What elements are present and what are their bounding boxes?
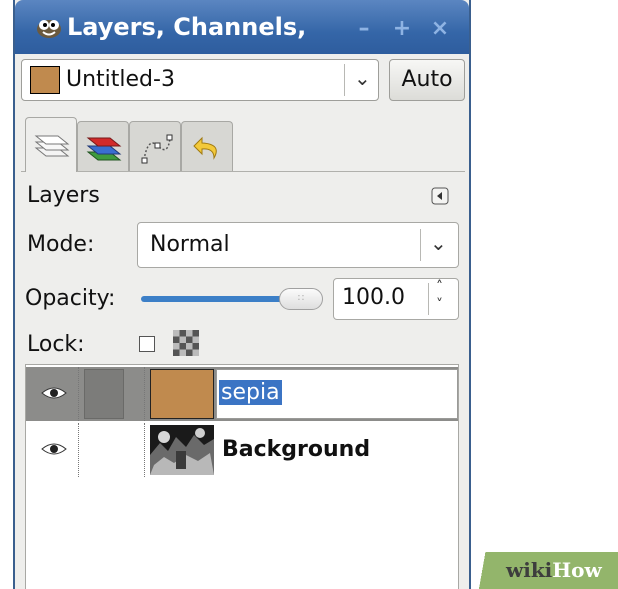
lock-alpha-icon[interactable] (173, 330, 199, 356)
tab-channels[interactable] (77, 121, 129, 171)
layers-dialog-window: Layers, Channels, – + × Untitled-3 ⌄ Aut… (13, 0, 471, 589)
dock-tab-bar (21, 117, 465, 172)
opacity-label: Opacity: (25, 286, 116, 311)
auto-button[interactable]: Auto (389, 59, 465, 101)
undo-icon (193, 136, 217, 160)
mode-select[interactable]: Normal ⌄ (137, 222, 459, 268)
visibility-eye-icon[interactable] (40, 439, 68, 459)
layer-name-selected[interactable]: sepia (219, 380, 282, 405)
visibility-eye-icon[interactable] (40, 383, 68, 403)
chevron-down-icon[interactable]: ⌄ (430, 231, 447, 255)
title-bar[interactable]: Layers, Channels, – + × (15, 0, 469, 54)
window-title: Layers, Channels, (67, 13, 307, 41)
opacity-spin-button[interactable]: 100.0 ˄ ˅ (333, 278, 459, 320)
tab-paths[interactable] (129, 121, 181, 171)
watermark-wiki: wiki (506, 558, 553, 582)
layer-name-editor[interactable]: sepia (216, 369, 458, 419)
image-select[interactable]: Untitled-3 ⌄ (21, 59, 379, 101)
mode-label: Mode: (27, 232, 95, 257)
chevron-down-icon[interactable]: ⌄ (354, 66, 371, 90)
opacity-value[interactable]: 100.0 (342, 285, 405, 310)
opacity-slider-handle[interactable]: ∷ (279, 288, 323, 310)
layer-thumbnail (150, 425, 214, 475)
gimp-app-icon (37, 20, 61, 38)
panel-menu-icon[interactable] (431, 187, 449, 205)
image-name: Untitled-3 (66, 67, 175, 92)
lock-label: Lock: (27, 332, 85, 357)
column-divider (144, 367, 145, 421)
image-selector-row: Untitled-3 ⌄ Auto (21, 59, 465, 103)
select-divider (344, 64, 345, 96)
spin-up-icon[interactable]: ˄ (436, 279, 443, 295)
mode-value: Normal (150, 232, 230, 257)
wikihow-watermark: wikiHow (470, 552, 618, 589)
lock-pixels-checkbox[interactable] (139, 336, 155, 352)
panel-title: Layers (27, 183, 100, 208)
layer-thumbnail (150, 369, 214, 419)
layer-row-sepia[interactable]: sepia (26, 367, 458, 421)
spin-down-icon[interactable]: ˅ (436, 297, 443, 313)
layer-name: Background (222, 437, 371, 462)
layers-list[interactable]: sepia Background (25, 364, 459, 589)
layers-icon (34, 135, 70, 157)
maximize-button[interactable]: + (387, 16, 417, 42)
column-divider (144, 423, 145, 477)
chain-toggle[interactable] (84, 369, 124, 419)
image-color-swatch (30, 66, 60, 94)
mode-select-divider (420, 229, 421, 261)
channels-icon (86, 137, 122, 161)
layer-row-background[interactable]: Background (26, 423, 458, 477)
close-button[interactable]: × (425, 16, 455, 42)
tab-layers[interactable] (25, 117, 77, 172)
opacity-slider-track[interactable] (141, 296, 283, 302)
watermark-how: How (552, 558, 602, 582)
tab-undo-history[interactable] (181, 121, 233, 171)
column-divider (78, 367, 79, 421)
spin-divider (428, 283, 429, 315)
paths-icon (141, 134, 173, 164)
minimize-button[interactable]: – (349, 16, 379, 42)
watermark-text: wikiHow (506, 558, 602, 582)
column-divider (78, 423, 79, 477)
